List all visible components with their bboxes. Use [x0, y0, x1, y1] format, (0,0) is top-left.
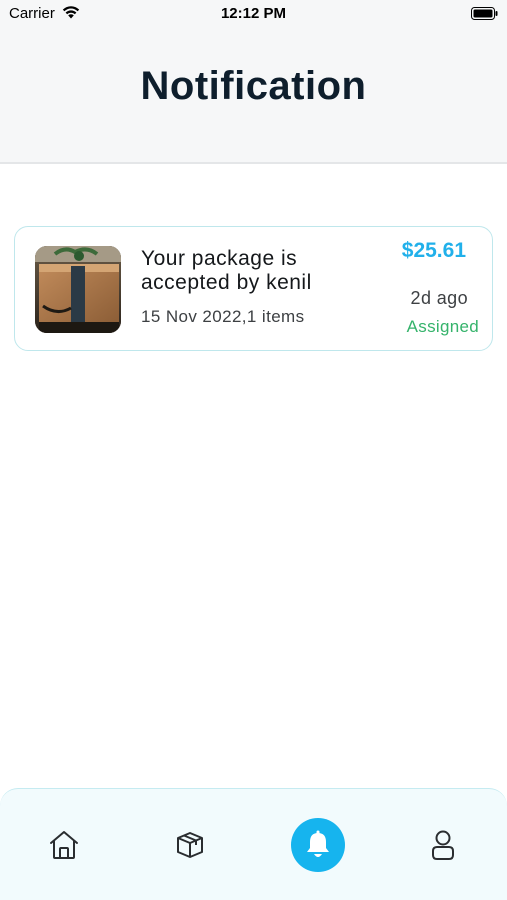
package-icon [177, 832, 203, 858]
clock: 12:12 PM [220, 5, 287, 22]
user-icon [432, 830, 454, 860]
battery-icon [471, 7, 498, 20]
notification-title: Your package is accepted by kenil [141, 247, 312, 294]
active-tab-indicator [291, 818, 345, 872]
notification-screen: Carrier 12:12 PM Notification Your packa… [0, 0, 507, 900]
package-thumbnail [35, 246, 121, 333]
bell-icon [307, 830, 329, 857]
page-header: Notification [0, 28, 507, 164]
nav-notifications-button[interactable] [290, 817, 346, 873]
notification-price: $25.61 [401, 239, 466, 262]
bottom-nav [0, 788, 507, 900]
home-icon [50, 831, 78, 859]
page-title: Notification [140, 64, 367, 108]
nav-packages-button[interactable] [162, 817, 218, 873]
status-bar: Carrier 12:12 PM [0, 0, 507, 28]
notification-card[interactable]: Your package is accepted by kenil 15 Nov… [14, 226, 493, 351]
notification-date-items: 15 Nov 2022,1 items [141, 307, 305, 326]
notification-time-ago: 2d ago [410, 288, 468, 308]
nav-profile-button[interactable] [415, 817, 471, 873]
status-badge: Assigned [406, 317, 479, 336]
nav-home-button[interactable] [36, 817, 92, 873]
